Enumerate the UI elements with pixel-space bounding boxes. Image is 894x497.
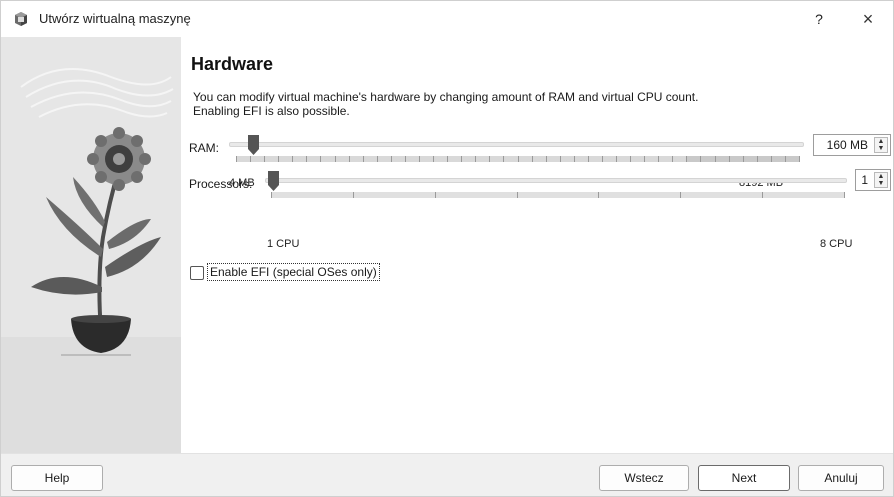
slider-tick	[715, 156, 716, 162]
slider-tick	[598, 192, 599, 198]
ram-spinbox[interactable]: 160 MB ▲ ▼	[813, 134, 891, 156]
slider-tick	[433, 156, 434, 162]
slider-tick	[658, 156, 659, 162]
slider-tick	[680, 192, 681, 198]
window-title: Utwórz wirtualną maszynę	[39, 11, 191, 26]
slider-tick	[546, 156, 547, 162]
slider-tick	[574, 156, 575, 162]
slider-tick	[762, 192, 763, 198]
slider-tick	[292, 156, 293, 162]
ram-spin-value: 160 MB	[826, 138, 868, 152]
slider-tick	[236, 156, 237, 162]
wizard-illustration	[1, 37, 181, 453]
processors-spin-value: 1	[861, 173, 868, 187]
cancel-button[interactable]: Anuluj	[798, 465, 884, 491]
slider-tick	[461, 156, 462, 162]
description-line-1: You can modify virtual machine's hardwar…	[193, 90, 699, 104]
processors-max-label: 8 CPU	[820, 238, 853, 250]
page-title: Hardware	[191, 54, 274, 74]
slider-tick	[419, 156, 420, 162]
slider-tick	[377, 156, 378, 162]
slider-tick	[602, 156, 603, 162]
slider-tick	[489, 156, 490, 162]
slider-tick	[306, 156, 307, 162]
slider-tick	[320, 156, 321, 162]
slider-tick	[517, 192, 518, 198]
slider-tick	[630, 156, 631, 162]
slider-tick	[785, 156, 786, 162]
ram-ticks	[236, 156, 800, 166]
slider-tick	[278, 156, 279, 162]
slider-tick	[532, 156, 533, 162]
slider-tick	[405, 156, 406, 162]
ram-slider-handle[interactable]	[248, 135, 260, 155]
slider-tick	[518, 156, 519, 162]
processors-label: Processors:	[189, 177, 253, 191]
help-button[interactable]: Help	[11, 465, 103, 491]
slider-tick	[349, 156, 350, 162]
enable-efi-label[interactable]: Enable EFI (special OSes only)	[207, 263, 380, 281]
create-vm-dialog: Utwórz wirtualną maszynę ? × Hardware Yo…	[0, 0, 894, 497]
slider-tick	[503, 156, 504, 162]
slider-tick	[353, 192, 354, 198]
slider-tick	[363, 156, 364, 162]
title-bar: Utwórz wirtualną maszynę ? ×	[1, 1, 893, 37]
hardware-page: Hardware You can modify virtual machine'…	[181, 37, 893, 453]
processors-spin-arrows: ▲ ▼	[874, 172, 888, 188]
slider-tick	[686, 156, 687, 162]
spin-up-arrow-icon[interactable]: ▲	[875, 138, 887, 145]
slider-tick	[672, 156, 673, 162]
processors-spinbox[interactable]: 1 ▲ ▼	[855, 169, 891, 191]
slider-tick	[844, 192, 845, 198]
virtualbox-cube-icon	[15, 12, 27, 26]
slider-tick	[391, 156, 392, 162]
slider-tick	[644, 156, 645, 162]
close-button[interactable]: ×	[855, 7, 881, 31]
processors-ticks	[271, 192, 845, 202]
page-description: You can modify virtual machine's hardwar…	[193, 90, 813, 118]
next-button[interactable]: Next	[698, 465, 790, 491]
enable-efi-checkbox[interactable]	[190, 266, 204, 280]
spin-up-arrow-icon[interactable]: ▲	[875, 173, 887, 180]
flower-pot-illustration	[1, 37, 181, 453]
processors-slider-handle[interactable]	[268, 171, 279, 191]
description-line-2: Enabling EFI is also possible.	[193, 104, 350, 118]
slider-tick	[447, 156, 448, 162]
slider-tick	[799, 156, 800, 162]
back-button[interactable]: Wstecz	[599, 465, 689, 491]
slider-tick	[475, 156, 476, 162]
slider-tick	[700, 156, 701, 162]
slider-tick	[271, 192, 272, 198]
spin-down-arrow-icon[interactable]: ▼	[875, 145, 887, 152]
slider-tick	[757, 156, 758, 162]
processors-min-label: 1 CPU	[267, 238, 300, 250]
slider-tick	[435, 192, 436, 198]
context-help-button[interactable]: ?	[807, 8, 831, 30]
slider-tick	[616, 156, 617, 162]
ram-label: RAM:	[189, 141, 219, 155]
slider-tick	[264, 156, 265, 162]
slider-tick	[771, 156, 772, 162]
slider-tick	[729, 156, 730, 162]
processors-slider-groove[interactable]	[265, 178, 847, 183]
spin-down-arrow-icon[interactable]: ▼	[875, 180, 887, 187]
slider-tick	[335, 156, 336, 162]
slider-tick	[250, 156, 251, 162]
dialog-button-bar: Help Wstecz Next Anuluj	[1, 453, 893, 496]
ram-spin-arrows: ▲ ▼	[874, 137, 888, 153]
slider-tick	[743, 156, 744, 162]
ram-slider-groove[interactable]	[229, 142, 804, 147]
slider-tick	[588, 156, 589, 162]
slider-tick	[560, 156, 561, 162]
